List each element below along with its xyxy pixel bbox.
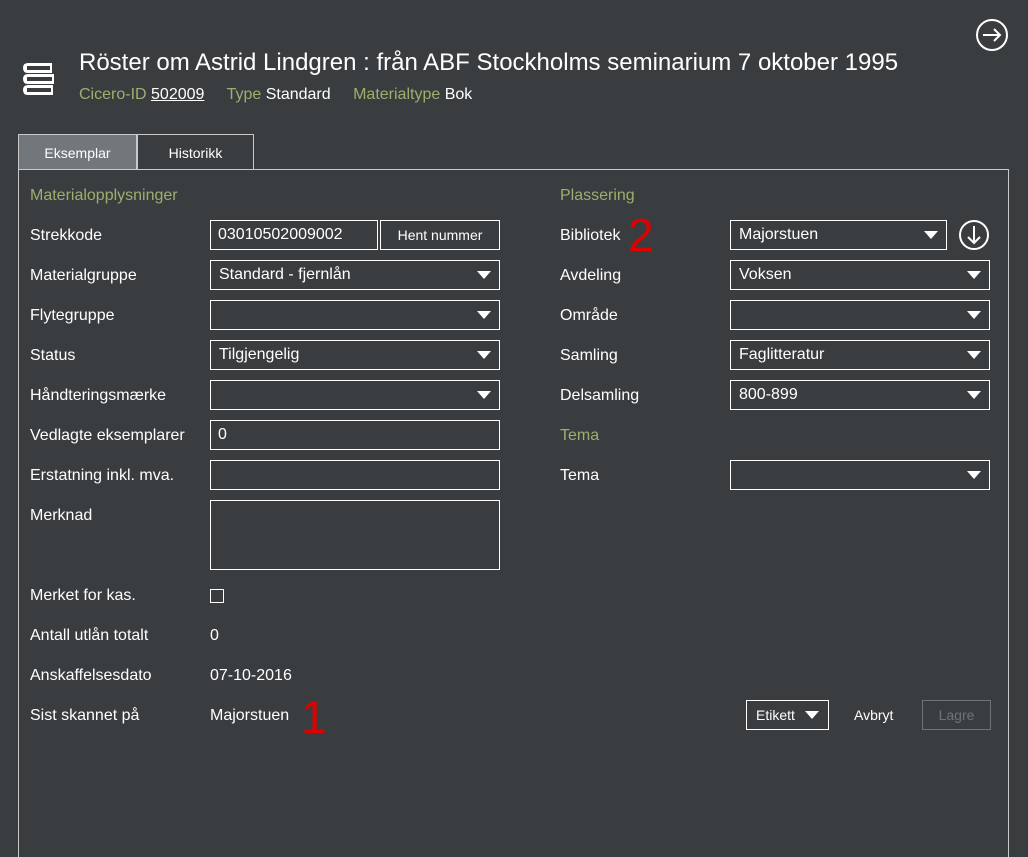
delsamling-value: 800-899 bbox=[739, 386, 798, 403]
chevron-down-icon bbox=[967, 391, 981, 399]
status-label: Status bbox=[30, 347, 76, 364]
section-plassering: Plassering bbox=[560, 187, 635, 204]
tab-eksemplar[interactable]: Eksemplar bbox=[18, 134, 137, 170]
samling-select[interactable]: Faglitteratur bbox=[730, 340, 990, 370]
hent-nummer-button[interactable]: Hent nummer bbox=[380, 220, 500, 250]
page-title: Röster om Astrid Lindgren : från ABF Sto… bbox=[79, 49, 899, 76]
bibliotek-select[interactable]: Majorstuen bbox=[730, 220, 947, 250]
status-value: Tilgjengelig bbox=[219, 346, 300, 363]
etikett-dropdown-button[interactable]: Etikett bbox=[746, 700, 829, 730]
download-arrow-icon[interactable] bbox=[958, 219, 990, 251]
record-meta: Cicero-ID 502009 Type Standard Materialt… bbox=[79, 86, 490, 104]
annotation-marker-1: 1 bbox=[301, 691, 327, 743]
chevron-down-icon bbox=[967, 471, 981, 479]
cicero-id-link[interactable]: 502009 bbox=[151, 86, 204, 103]
samling-value: Faglitteratur bbox=[739, 346, 825, 363]
chevron-down-icon bbox=[477, 351, 491, 359]
omrade-label: Område bbox=[560, 307, 618, 324]
merknad-textarea[interactable] bbox=[210, 500, 500, 570]
type-label: Type bbox=[226, 86, 262, 103]
chevron-down-icon bbox=[967, 271, 981, 279]
handteringsmerke-label: Håndteringsmærke bbox=[30, 387, 167, 404]
chevron-down-icon bbox=[805, 711, 819, 719]
sist-skannet-value: Majorstuen bbox=[210, 707, 290, 724]
materialgruppe-select[interactable]: Standard - fjernlån bbox=[210, 260, 500, 290]
avdeling-label: Avdeling bbox=[560, 267, 622, 284]
chevron-down-icon bbox=[477, 271, 491, 279]
bibliotek-label: Bibliotek bbox=[560, 227, 621, 244]
tema-label: Tema bbox=[560, 467, 600, 484]
antall-utlan-label: Antall utlån totalt bbox=[30, 627, 149, 644]
bibliotek-value: Majorstuen bbox=[739, 226, 819, 243]
tab-historikk[interactable]: Historikk bbox=[137, 134, 254, 170]
status-select[interactable]: Tilgjengelig bbox=[210, 340, 500, 370]
sist-skannet-label: Sist skannet på bbox=[30, 707, 140, 724]
omrade-select[interactable] bbox=[730, 300, 990, 330]
delsamling-label: Delsamling bbox=[560, 387, 640, 404]
chevron-down-icon bbox=[967, 351, 981, 359]
materialgruppe-value: Standard - fjernlån bbox=[219, 266, 351, 283]
materialgruppe-label: Materialgruppe bbox=[30, 267, 137, 284]
antall-utlan-value: 0 bbox=[210, 627, 219, 644]
avdeling-select[interactable]: Voksen bbox=[730, 260, 990, 290]
delsamling-select[interactable]: 800-899 bbox=[730, 380, 990, 410]
chevron-down-icon bbox=[477, 391, 491, 399]
section-tema: Tema bbox=[560, 427, 600, 444]
strekkode-label: Strekkode bbox=[30, 227, 103, 244]
cicero-id-label: Cicero-ID bbox=[79, 86, 147, 103]
book-stack-icon bbox=[23, 63, 54, 95]
flytegruppe-label: Flytegruppe bbox=[30, 307, 115, 324]
avdeling-value: Voksen bbox=[739, 266, 792, 283]
chevron-down-icon bbox=[967, 311, 981, 319]
vedlagte-input[interactable] bbox=[210, 420, 500, 450]
annotation-marker-2: 2 bbox=[628, 209, 654, 261]
strekkode-input[interactable] bbox=[210, 220, 378, 250]
chevron-down-icon bbox=[477, 311, 491, 319]
avbryt-button[interactable]: Avbryt bbox=[854, 707, 893, 723]
erstatning-label: Erstatning inkl. mva. bbox=[30, 467, 175, 484]
merknad-label: Merknad bbox=[30, 507, 93, 524]
etikett-label: Etikett bbox=[756, 707, 795, 723]
tema-select[interactable] bbox=[730, 460, 990, 490]
merket-kas-label: Merket for kas. bbox=[30, 587, 136, 604]
erstatning-input[interactable] bbox=[210, 460, 500, 490]
type-value: Standard bbox=[265, 86, 331, 103]
handteringsmerke-select[interactable] bbox=[210, 380, 500, 410]
anskaffelsesdato-label: Anskaffelsesdato bbox=[30, 667, 152, 684]
section-materialopplysninger: Materialopplysninger bbox=[30, 187, 178, 204]
materialtype-label: Materialtype bbox=[353, 86, 441, 103]
merket-kas-checkbox[interactable] bbox=[210, 589, 224, 603]
flytegruppe-select[interactable] bbox=[210, 300, 500, 330]
samling-label: Samling bbox=[560, 347, 618, 364]
exit-arrow-icon[interactable] bbox=[975, 18, 1009, 52]
anskaffelsesdato-value: 07-10-2016 bbox=[210, 667, 292, 684]
materialtype-value: Bok bbox=[444, 86, 473, 103]
vedlagte-label: Vedlagte eksemplarer bbox=[30, 427, 185, 444]
lagre-button[interactable]: Lagre bbox=[922, 700, 991, 730]
chevron-down-icon bbox=[924, 231, 938, 239]
